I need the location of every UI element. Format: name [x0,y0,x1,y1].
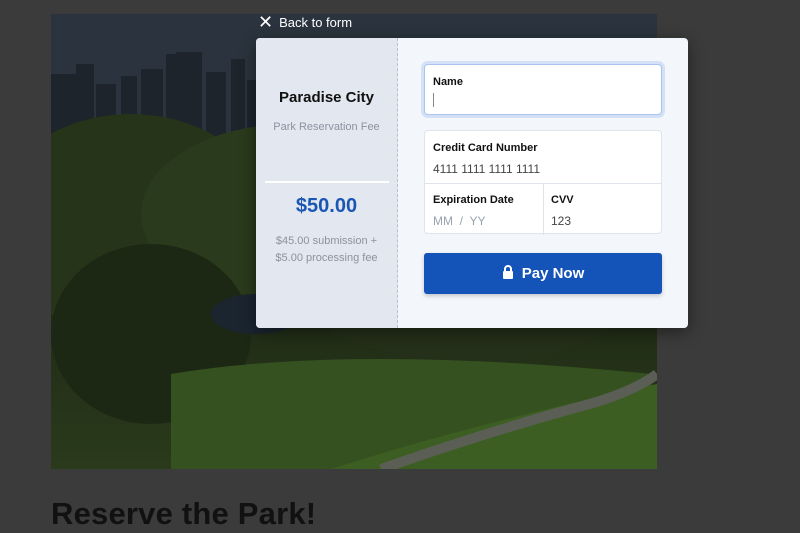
expiration-date-input[interactable]: MM / YY [433,214,485,228]
pay-now-label: Pay Now [521,265,585,282]
expiration-date-field[interactable]: Expiration Date MM / YY [425,183,544,235]
text-cursor [433,93,434,107]
payment-modal: Paradise City Park Reservation Fee $50.0… [256,38,688,328]
summary-divider [265,181,389,183]
card-number-label: Credit Card Number [433,142,538,154]
fee-breakdown: $45.00 submission + $5.00 processing fee [256,233,397,267]
cvv-input[interactable]: 123 [551,214,571,228]
cvv-label: CVV [551,194,574,206]
card-details-group: Credit Card Number 4111 1111 1111 1111 E… [424,130,663,235]
payment-description: Park Reservation Fee [273,121,380,133]
name-field[interactable]: Name [424,64,662,115]
card-number-field[interactable]: Credit Card Number 4111 1111 1111 1111 [425,131,661,184]
name-label: Name [433,76,463,88]
back-to-form-label: Back to form [279,14,353,30]
payment-amount: $50.00 [295,195,358,217]
pay-now-button[interactable]: Pay Now [424,253,662,294]
lock-icon [502,264,514,283]
payment-summary: Paradise City Park Reservation Fee $50.0… [256,38,398,328]
close-icon[interactable]: ✕ [258,13,273,31]
cvv-field[interactable]: CVV 123 [543,183,663,235]
back-to-form-link[interactable]: ✕ Back to form [258,13,353,31]
fee-breakdown-line-2: $5.00 processing fee [275,252,378,264]
card-number-input[interactable]: 4111 1111 1111 1111 [433,162,540,176]
merchant-name: Paradise City [278,89,375,106]
expiration-date-label: Expiration Date [433,194,514,206]
payment-form: Name Credit Card Number 4111 1111 1111 1… [398,38,688,328]
fee-breakdown-line-1: $45.00 submission + [275,235,378,247]
